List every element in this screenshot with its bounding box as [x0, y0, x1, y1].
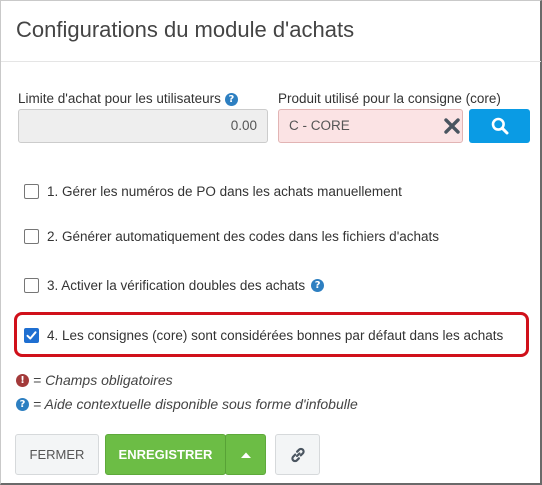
limit-label-row: Limite d'achat pour les utilisateurs?: [18, 91, 238, 106]
checkbox-core-good-default[interactable]: [24, 327, 39, 343]
clear-icon[interactable]: [443, 117, 461, 135]
caret-up-icon: [240, 452, 251, 458]
dialog-title: Configurations du module d'achats: [16, 17, 355, 42]
option-label: 4. Les consignes (core) sont considérées…: [47, 327, 504, 343]
legend-help: ? = Aide contextuelle disponible sous fo…: [16, 396, 358, 412]
search-icon: [491, 117, 509, 135]
close-button[interactable]: FERMER: [15, 434, 99, 475]
limit-label: Limite d'achat pour les utilisateurs: [18, 91, 221, 106]
purchase-limit-input[interactable]: 0.00: [18, 109, 268, 143]
question-icon: ?: [16, 397, 29, 411]
save-button[interactable]: ENREGISTRER: [105, 434, 226, 475]
checkbox-double-check[interactable]: [24, 277, 39, 293]
checkbox-auto-codes[interactable]: [24, 228, 39, 244]
checkbox-manual-po[interactable]: [24, 183, 39, 199]
title-divider: [1, 61, 541, 62]
link-button[interactable]: [275, 434, 320, 475]
option-double-check[interactable]: 3. Activer la vérification doubles des a…: [24, 275, 325, 295]
core-product-select[interactable]: C - CORE: [278, 109, 463, 143]
checkmark-icon: [26, 330, 37, 339]
help-icon[interactable]: ?: [224, 93, 238, 106]
exclamation-icon: !: [16, 373, 29, 387]
link-icon: [290, 447, 305, 462]
legend-required: ! = Champs obligatoires: [16, 372, 173, 388]
option-auto-codes[interactable]: 2. Générer automatiquement des codes dan…: [24, 226, 439, 246]
legend-required-text: = Champs obligatoires: [33, 372, 173, 388]
help-icon[interactable]: ?: [311, 278, 325, 292]
legend-help-text: = Aide contextuelle disponible sous form…: [33, 396, 358, 412]
option-label: 2. Générer automatiquement des codes dan…: [47, 228, 440, 244]
search-button[interactable]: [469, 109, 530, 143]
option-core-good-default[interactable]: 4. Les consignes (core) sont considérées…: [24, 325, 503, 345]
option-manual-po[interactable]: 1. Gérer les numéros de PO dans les acha…: [24, 181, 402, 201]
purchase-config-dialog: Configurations du module d'achats Limite…: [0, 0, 542, 485]
core-product-label: Produit utilisé pour la consigne (core): [278, 91, 501, 106]
option-label: 3. Activer la vérification doubles des a…: [47, 277, 306, 293]
option-label: 1. Gérer les numéros de PO dans les acha…: [47, 183, 402, 199]
save-options-button[interactable]: [225, 434, 266, 475]
